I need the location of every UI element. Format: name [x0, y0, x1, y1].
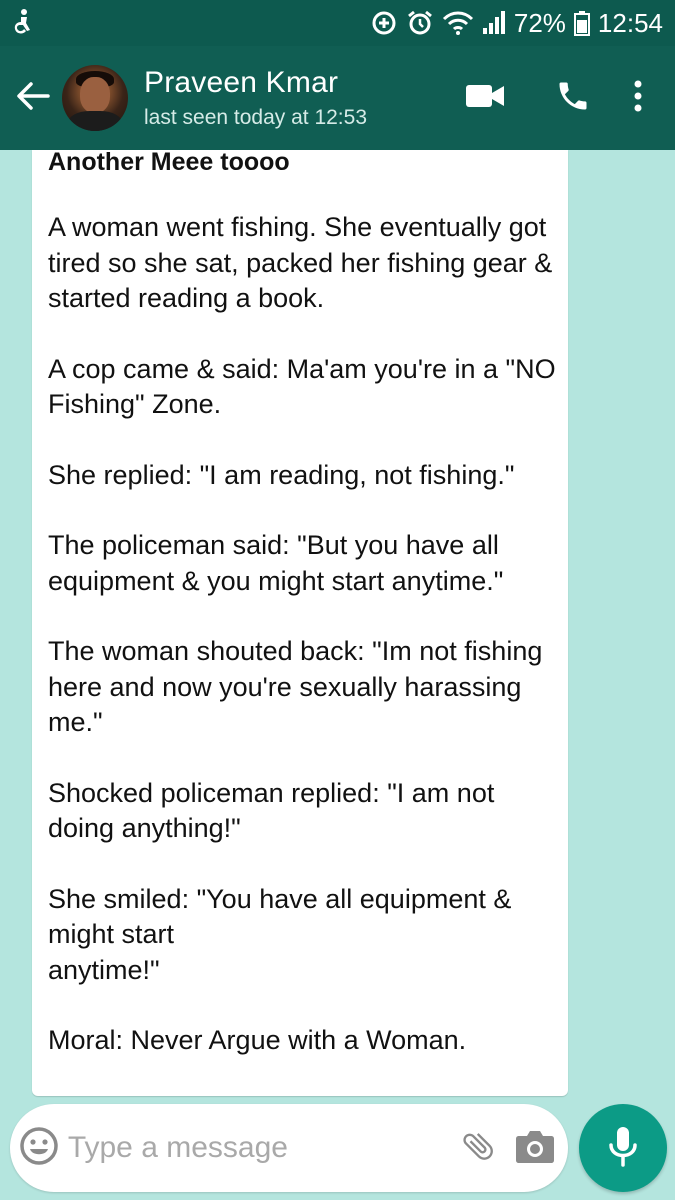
- battery-level: 72%: [513, 7, 566, 38]
- message-paragraph: A woman went fishing. She eventually got…: [48, 212, 553, 313]
- alarm-icon: [406, 9, 434, 37]
- message-paragraph: Moral: Never Argue with a Woman.: [48, 1025, 467, 1055]
- wifi-icon: [442, 10, 474, 36]
- conversation[interactable]: Another Meee toooo A woman went fishing.…: [0, 150, 675, 1100]
- emoji-button[interactable]: [10, 1104, 68, 1192]
- message-input[interactable]: [67, 1118, 454, 1178]
- emoji-icon: [19, 1126, 59, 1171]
- status-bar: 72% 12:54: [0, 0, 675, 46]
- mic-icon: [607, 1125, 639, 1172]
- contact-info[interactable]: Praveen Kmar last seen today at 12:53: [144, 66, 445, 130]
- camera-button[interactable]: [503, 1104, 568, 1192]
- chat-header: Praveen Kmar last seen today at 12:53: [0, 46, 675, 150]
- battery-icon: [573, 10, 590, 36]
- signal-icon: [482, 10, 506, 36]
- video-call-button[interactable]: [445, 58, 525, 138]
- contact-avatar[interactable]: [62, 65, 128, 131]
- phone-icon: [555, 78, 591, 119]
- camera-icon: [515, 1128, 555, 1169]
- last-seen-status: last seen today at 12:53: [144, 106, 367, 129]
- message-bubble[interactable]: Another Meee toooo A woman went fishing.…: [32, 150, 568, 1096]
- contact-name: Praveen Kmar: [144, 66, 339, 99]
- message-paragraph: The woman shouted back: "Im not fishing …: [48, 636, 543, 737]
- attach-button[interactable]: [454, 1104, 503, 1192]
- message-paragraph: A cop came & said: Ma'am you're in a "NO…: [48, 353, 556, 420]
- back-arrow-icon: [16, 81, 50, 116]
- message-paragraph: Shocked policeman replied: "I am not doi…: [48, 777, 495, 844]
- video-call-icon: [465, 83, 505, 114]
- message-paragraph: The policeman said: "But you have all eq…: [48, 530, 504, 596]
- data-saver-icon: [370, 9, 398, 37]
- more-vert-icon: [633, 79, 643, 118]
- message-paragraph: She smiled: "You have all equipment & mi…: [48, 883, 512, 985]
- voice-call-button[interactable]: [533, 58, 613, 138]
- more-options-button[interactable]: [613, 58, 663, 138]
- voice-message-button[interactable]: [579, 1104, 667, 1192]
- accessibility-icon: [12, 8, 34, 39]
- message-title: Another Meee toooo: [48, 150, 290, 176]
- attachment-icon: [459, 1127, 497, 1170]
- message-composer: [10, 1104, 568, 1192]
- message-paragraph: She replied: "I am reading, not fishing.…: [48, 459, 515, 490]
- clock-time: 12:54: [597, 7, 663, 38]
- back-button[interactable]: [4, 46, 62, 150]
